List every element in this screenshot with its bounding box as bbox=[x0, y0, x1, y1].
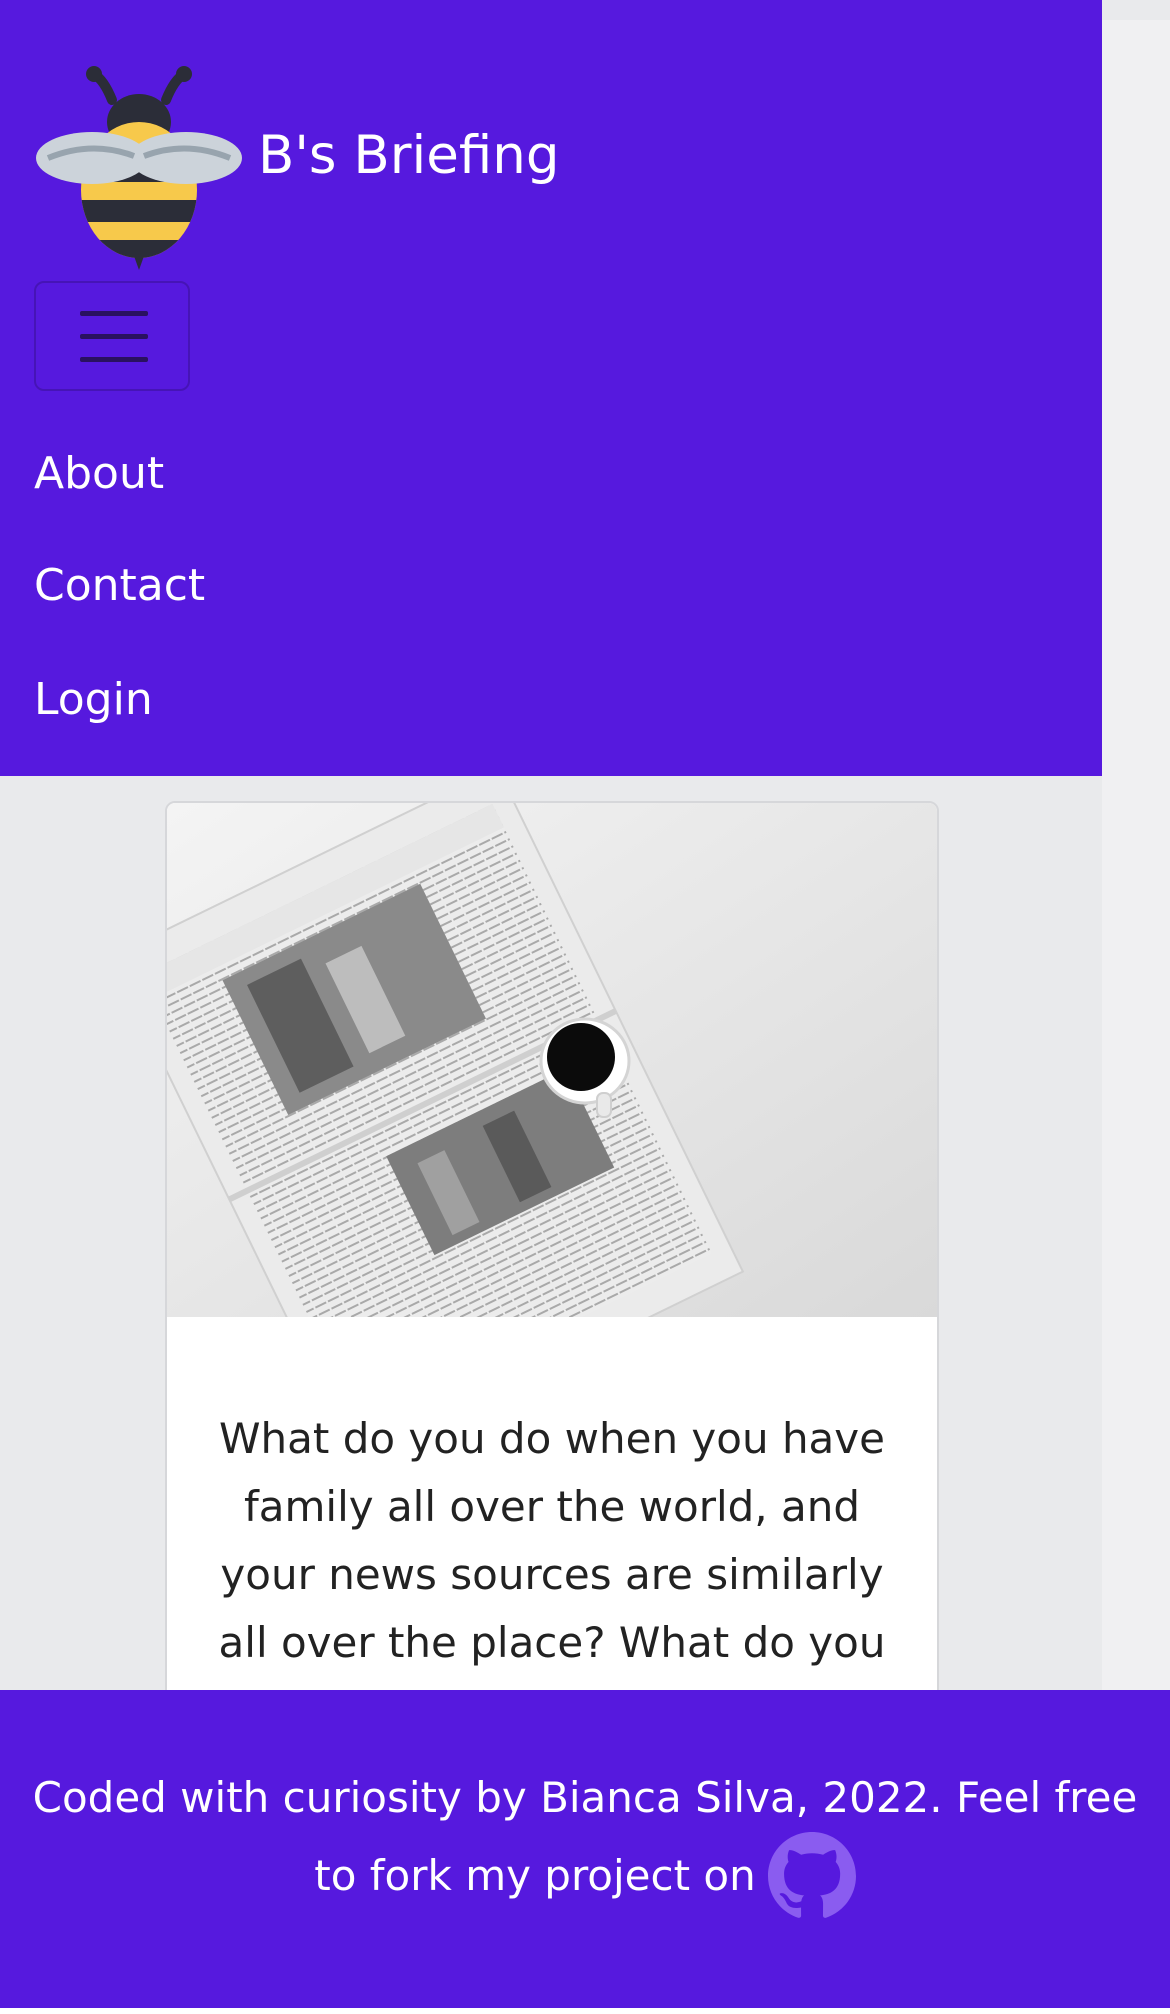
bee-icon bbox=[36, 66, 242, 270]
footer: Coded with curiosity by Bianca Silva, 20… bbox=[0, 1690, 1170, 2014]
brand-name[interactable]: B's Briefing bbox=[258, 124, 560, 188]
nav-link-login[interactable]: Login bbox=[34, 672, 153, 728]
newspaper-and-coffee-photo bbox=[167, 803, 937, 1317]
github-link[interactable] bbox=[767, 1832, 856, 1920]
footer-fork-line: to fork my project on bbox=[0, 1828, 1170, 1924]
page-edge-strip bbox=[1102, 20, 1170, 1690]
footer-fork-text: to fork my project on bbox=[314, 1851, 756, 1900]
brand-logo-link[interactable] bbox=[34, 60, 244, 270]
github-icon bbox=[767, 1832, 856, 1918]
intro-card: What do you do when you have family all … bbox=[165, 801, 939, 1741]
bottom-edge-bar bbox=[0, 2008, 1170, 2014]
footer-credit: Coded with curiosity by Bianca Silva, 20… bbox=[32, 1773, 1138, 1822]
navbar-toggle-button[interactable] bbox=[34, 281, 190, 391]
nav-link-contact[interactable]: Contact bbox=[34, 558, 205, 614]
nav-link-about[interactable]: About bbox=[34, 446, 164, 502]
navbar: B's Briefing About Contact Login bbox=[0, 0, 1102, 776]
